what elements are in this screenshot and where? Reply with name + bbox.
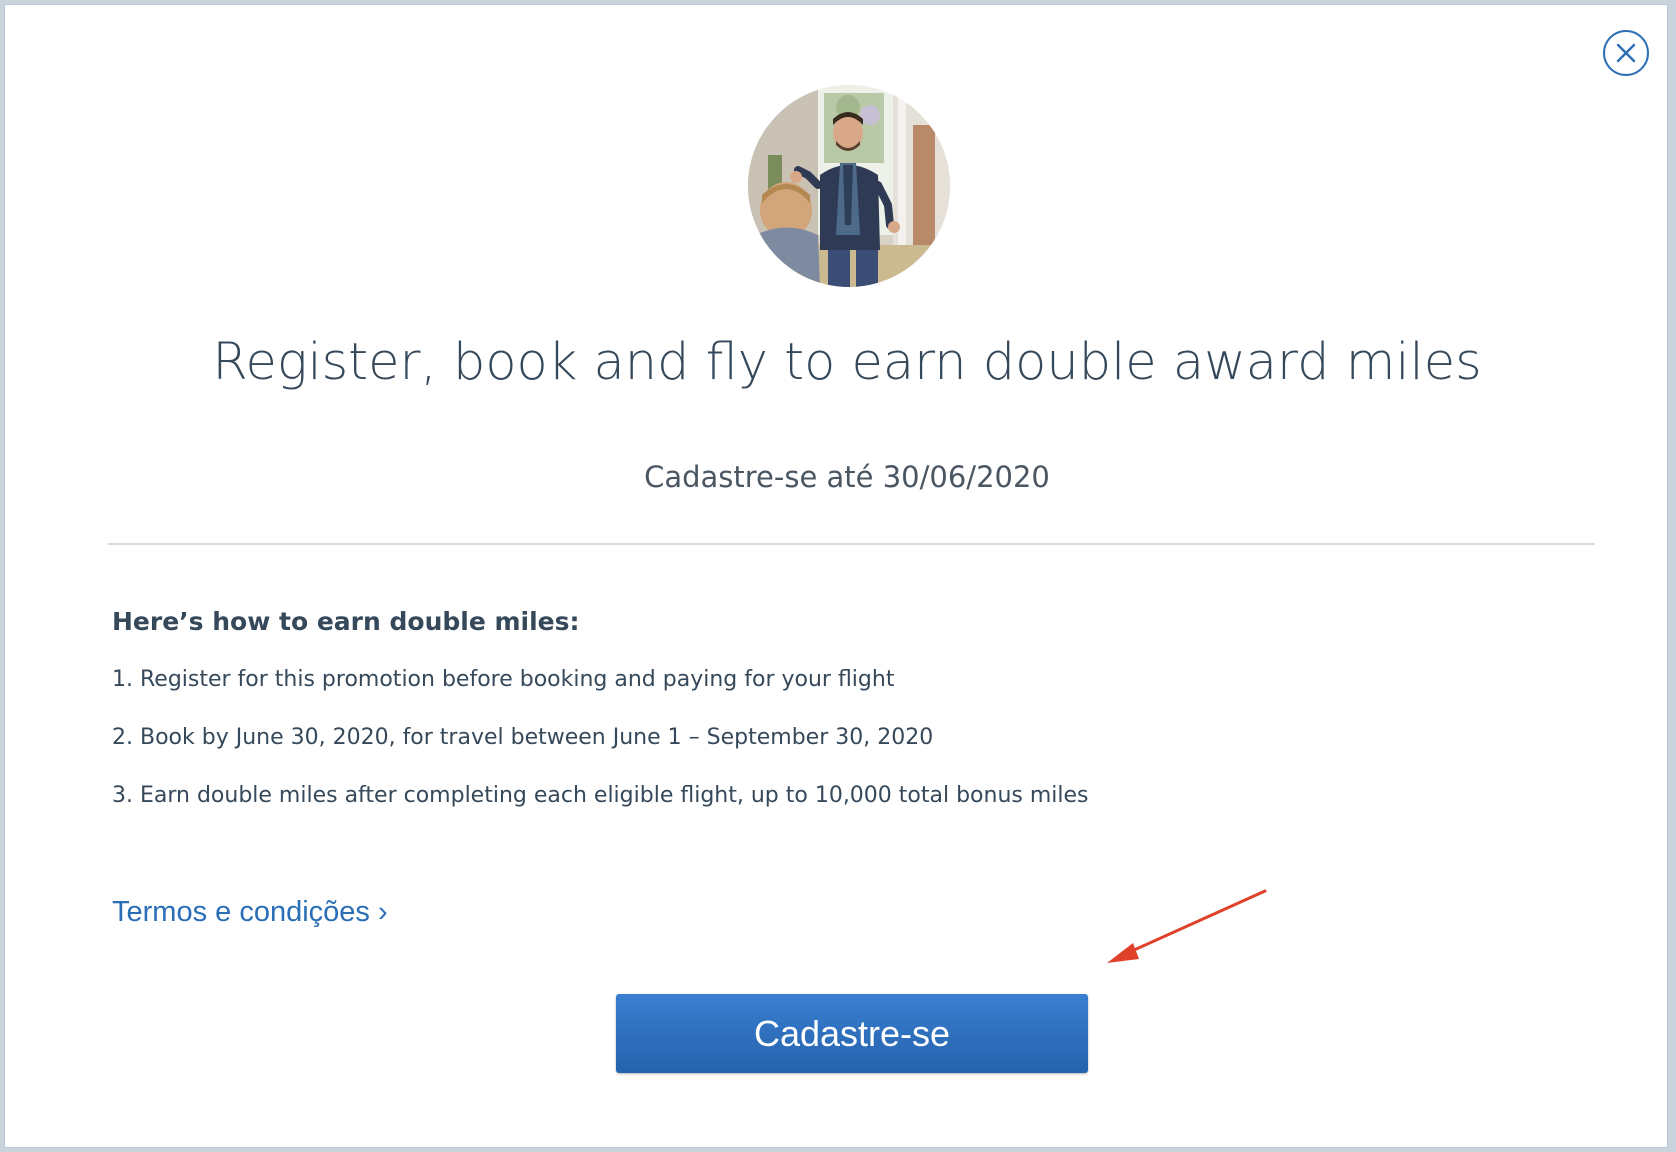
hero-photo bbox=[748, 85, 950, 287]
how-to-heading: Here’s how to earn double miles: bbox=[112, 607, 580, 636]
divider bbox=[108, 543, 1595, 545]
step-item: 1. Register for this promotion before bo… bbox=[112, 667, 895, 692]
step-item: 2. Book by June 30, 2020, for travel bet… bbox=[112, 725, 934, 750]
annotation-arrow bbox=[1107, 889, 1267, 963]
promo-title: Register, book and fly to earn double aw… bbox=[212, 333, 1482, 392]
register-button[interactable]: Cadastre-se bbox=[616, 994, 1088, 1073]
steps-list: 1. Register for this promotion before bo… bbox=[112, 665, 1089, 839]
close-icon bbox=[1616, 43, 1636, 63]
promo-modal: Register, book and fly to earn double aw… bbox=[4, 4, 1668, 1148]
terms-and-conditions-link[interactable]: Termos e condições › bbox=[112, 896, 388, 929]
promo-subtitle: Cadastre-se até 30/06/2020 bbox=[644, 460, 1050, 494]
step-item: 3. Earn double miles after completing ea… bbox=[112, 783, 1089, 808]
close-button[interactable] bbox=[1603, 30, 1649, 76]
